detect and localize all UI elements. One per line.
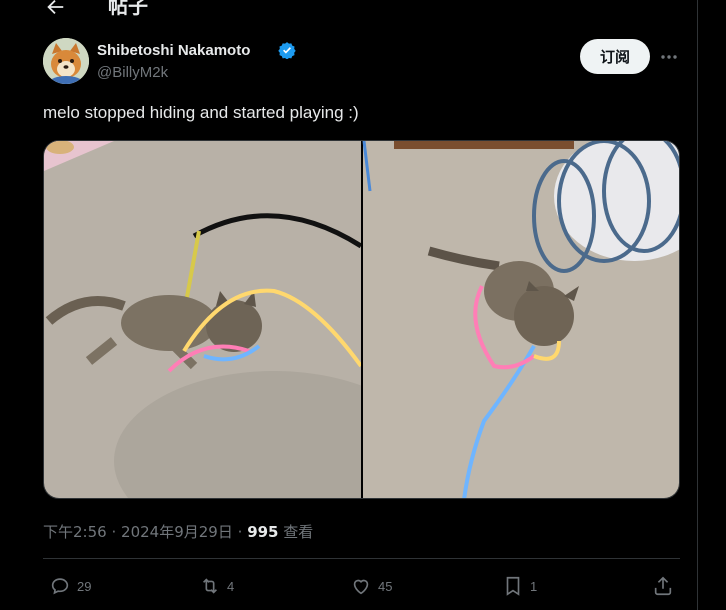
divider	[43, 558, 680, 559]
like-icon	[353, 579, 369, 595]
bookmark-icon	[506, 576, 520, 596]
header: 帖子	[0, 0, 698, 22]
bookmark-count: 1	[530, 578, 538, 594]
like-button[interactable]: 45	[350, 574, 392, 598]
author-handle[interactable]: @BillyM2k	[97, 64, 168, 81]
tweet-time[interactable]: 下午2:56	[43, 523, 107, 541]
meta-separator: ·	[237, 523, 243, 541]
repost-icon	[202, 578, 218, 594]
views-label: 查看	[283, 523, 314, 541]
page-title: 帖子	[108, 0, 148, 18]
tweet-date[interactable]: 2024年9月29日	[121, 523, 233, 541]
repost-button[interactable]: 4	[199, 574, 234, 598]
more-horizontal-icon[interactable]	[659, 49, 679, 65]
subscribe-button[interactable]: 订阅	[580, 39, 650, 74]
tweet-meta: 下午2:56 · 2024年9月29日 · 995 查看	[43, 521, 313, 542]
reply-button[interactable]: 29	[49, 574, 91, 598]
views-count: 995	[247, 523, 279, 541]
repost-count: 4	[227, 578, 235, 594]
post-detail-column: 帖子 Shibetoshi Nakamoto @BillyM2k 订阅 melo…	[0, 0, 698, 610]
reply-count: 29	[77, 578, 92, 594]
tweet-text: melo stopped hiding and started playing …	[43, 103, 359, 122]
share-button[interactable]	[652, 574, 674, 598]
kitten-photos	[44, 141, 680, 499]
photo-right[interactable]	[362, 141, 680, 499]
bookmark-button[interactable]: 1	[502, 574, 537, 598]
meta-separator: ·	[111, 523, 117, 541]
verified-badge-icon	[278, 42, 296, 59]
back-arrow-icon[interactable]	[44, 0, 66, 18]
share-icon	[654, 576, 672, 596]
like-count: 45	[378, 578, 393, 594]
shiba-avatar-icon	[43, 38, 89, 84]
reply-icon	[51, 578, 69, 595]
avatar[interactable]	[43, 38, 89, 84]
tweet-media[interactable]	[43, 140, 680, 499]
display-name[interactable]: Shibetoshi Nakamoto	[97, 42, 250, 59]
